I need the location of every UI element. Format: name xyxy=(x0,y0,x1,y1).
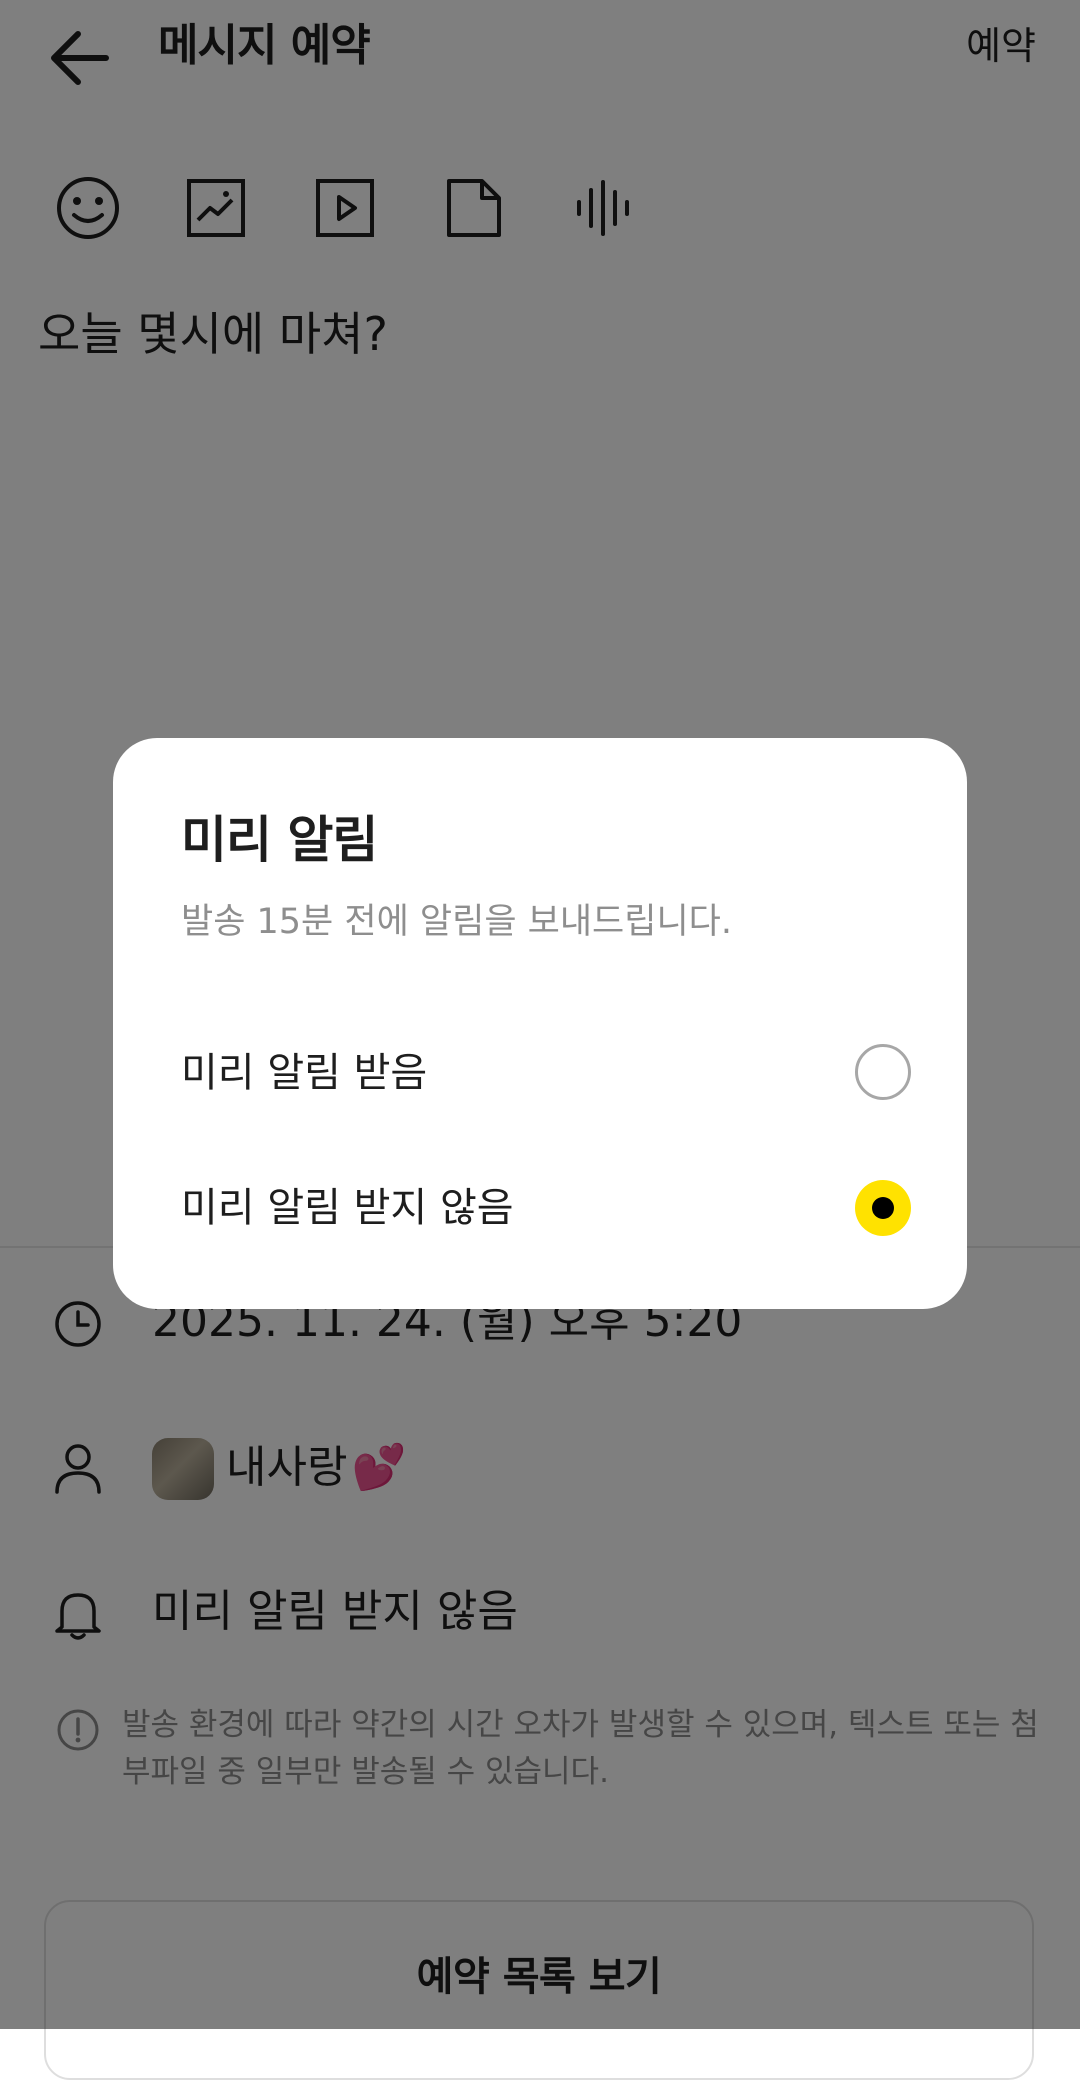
radio-selected[interactable] xyxy=(855,1180,911,1236)
option-label: 미리 알림 받지 않음 xyxy=(181,1185,514,1231)
radio-unselected[interactable] xyxy=(855,1044,911,1100)
radio-dot xyxy=(872,1197,894,1219)
dialog-description: 발송 15분 전에 알림을 보내드립니다. xyxy=(181,902,732,942)
dialog-title: 미리 알림 xyxy=(181,811,378,869)
option-label: 미리 알림 받음 xyxy=(181,1050,428,1096)
reminder-dialog: 미리 알림 발송 15분 전에 알림을 보내드립니다. 미리 알림 받음 미리 … xyxy=(113,738,967,1309)
